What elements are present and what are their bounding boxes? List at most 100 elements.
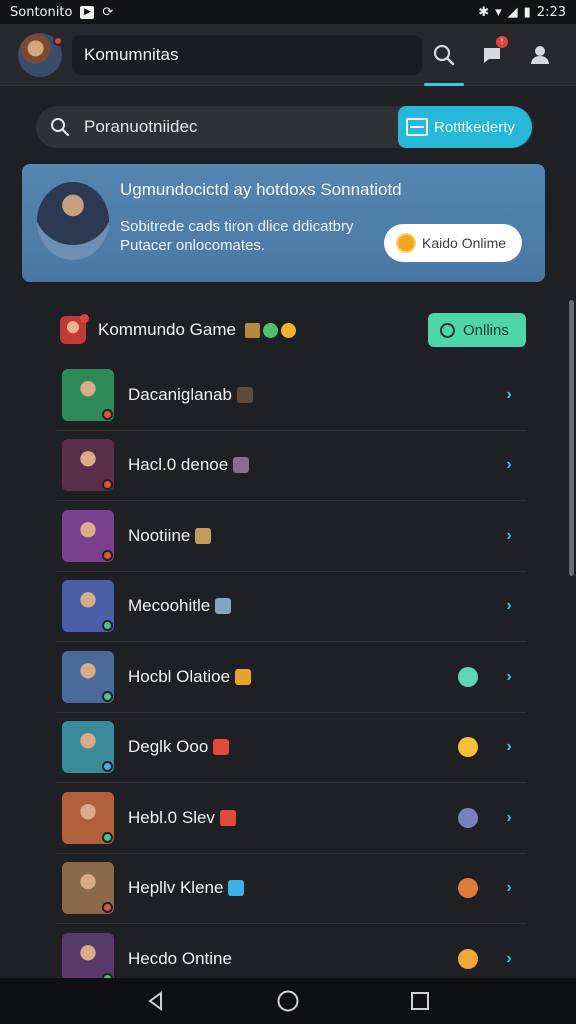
member-thumbnail	[62, 932, 114, 985]
list-item[interactable]: Mecoohitle ›	[56, 572, 526, 642]
sync-icon: ⟳	[102, 4, 114, 20]
member-list: Dacaniglanab › Hacl.0 denoe › Nootiine ›…	[56, 360, 526, 995]
battery-icon: ▮	[523, 4, 531, 20]
emoji-icon	[219, 809, 236, 826]
member-name: Nootiine	[128, 525, 191, 545]
status-mini-icon	[102, 620, 113, 632]
online-filter-button[interactable]: Onllins	[428, 313, 526, 347]
member-thumbnail	[62, 368, 114, 421]
messages-badge: !	[496, 35, 508, 48]
member-name: Deglk Ooo	[128, 737, 209, 757]
community-list-header: Kommundo Game Onllins	[60, 312, 526, 348]
banner-description: Sobitrede cads tiron dlice ddicatbry Put…	[120, 218, 354, 254]
carrier-label: Sontonito	[10, 4, 73, 20]
community-avatar	[60, 314, 89, 344]
member-name: Hacl.0 denoe	[128, 455, 229, 475]
online-ring-icon	[440, 322, 455, 338]
banner-button-label: Kaido Onlime	[422, 235, 507, 251]
trophy-emoji-icon	[244, 322, 260, 338]
app-bar: Komumnitas !	[0, 24, 576, 86]
member-name: Dacaniglanab	[128, 384, 232, 404]
emoji-icon	[195, 527, 212, 544]
back-triangle-icon	[148, 991, 162, 1011]
member-name: Hocbl Olatioe	[128, 666, 231, 686]
presence-icon	[458, 807, 478, 828]
status-mini-icon	[102, 549, 113, 561]
list-item[interactable]: Hepllv Klene ›	[56, 854, 526, 924]
system-nav-bar	[0, 978, 576, 1024]
member-thumbnail	[62, 439, 114, 492]
member-thumbnail	[62, 580, 114, 633]
notification-dot	[53, 35, 63, 46]
emoji-icon	[235, 668, 252, 685]
list-item[interactable]: Dacaniglanab ›	[56, 360, 526, 431]
search-bar[interactable]: Poranuotniidec Rotttkederty	[36, 106, 534, 148]
list-item[interactable]: Nootiine ›	[56, 501, 526, 572]
member-thumbnail	[62, 509, 114, 562]
status-mini-icon	[102, 408, 113, 420]
chevron-right-icon[interactable]: ›	[502, 950, 516, 968]
signal-icon: ◢	[507, 4, 518, 20]
chevron-right-icon[interactable]: ›	[502, 386, 516, 404]
account-button[interactable]	[518, 24, 562, 86]
list-item[interactable]: Hacl.0 denoe ›	[56, 431, 526, 501]
scrollbar[interactable]	[569, 300, 574, 576]
online-button-label: Onllins	[463, 321, 509, 339]
app-title: Komumnitas	[72, 34, 422, 75]
emoji-icon	[228, 880, 245, 897]
member-name: Mecoohitle	[128, 596, 211, 616]
smile-emoji-icon	[280, 322, 296, 338]
chevron-right-icon[interactable]: ›	[502, 456, 516, 474]
list-item[interactable]: Hocbl Olatioe ›	[56, 642, 526, 713]
chevron-right-icon[interactable]: ›	[502, 809, 516, 827]
member-name: Hecdo Ontine	[128, 948, 232, 968]
user-icon	[531, 45, 549, 64]
community-title: Kommundo Game	[98, 320, 236, 339]
banner-title: Ugmundocictd ay hotdoxs Sonnatiotd	[120, 180, 402, 199]
list-item[interactable]: Deglk Ooo ›	[56, 713, 526, 783]
chevron-right-icon[interactable]: ›	[502, 597, 516, 615]
emoji-icon	[236, 386, 253, 403]
presence-icon	[458, 948, 478, 969]
messages-button[interactable]: !	[470, 24, 514, 86]
member-thumbnail	[62, 721, 114, 774]
chevron-right-icon[interactable]: ›	[502, 668, 516, 686]
sun-icon	[398, 235, 414, 251]
status-mini-icon	[102, 479, 113, 491]
status-mini-icon	[102, 831, 113, 843]
chevron-right-icon[interactable]: ›	[502, 738, 516, 756]
search-icon	[433, 44, 455, 65]
presence-icon	[458, 666, 478, 687]
notification-icon: ▶	[80, 5, 95, 19]
banner-online-button[interactable]: Kaido Onlime	[384, 224, 522, 262]
recents-square-icon	[411, 992, 429, 1010]
chevron-right-icon[interactable]: ›	[502, 879, 516, 897]
search-submit-button[interactable]: Rotttkederty	[398, 106, 532, 148]
emoji-icon	[233, 457, 250, 474]
member-name: Hebl.0 Slev	[128, 807, 215, 827]
home-button[interactable]	[268, 981, 308, 1021]
status-mini-icon	[102, 902, 113, 914]
member-thumbnail	[62, 650, 114, 703]
presence-icon	[458, 737, 478, 758]
green-emoji-icon	[262, 322, 278, 338]
presence-icon	[458, 878, 478, 899]
search-input[interactable]: Poranuotniidec	[84, 117, 197, 137]
recents-button[interactable]	[400, 981, 440, 1021]
member-name: Hepllv Klene	[128, 878, 224, 898]
back-button[interactable]	[136, 981, 176, 1021]
member-thumbnail	[62, 791, 114, 844]
emoji-icon	[215, 598, 232, 615]
search-icon	[36, 117, 84, 137]
status-mini-icon	[102, 761, 113, 773]
list-item[interactable]: Hebl.0 Slev ›	[56, 783, 526, 854]
emoji-icon	[213, 739, 230, 756]
search-tab-button[interactable]	[422, 24, 466, 86]
chevron-right-icon[interactable]: ›	[502, 527, 516, 545]
wifi-icon: ▾	[495, 4, 502, 20]
clock: 2:23	[536, 4, 566, 20]
home-circle-icon	[277, 990, 299, 1012]
member-thumbnail	[62, 862, 114, 915]
notification-dot	[80, 314, 89, 323]
profile-avatar[interactable]	[18, 32, 63, 77]
